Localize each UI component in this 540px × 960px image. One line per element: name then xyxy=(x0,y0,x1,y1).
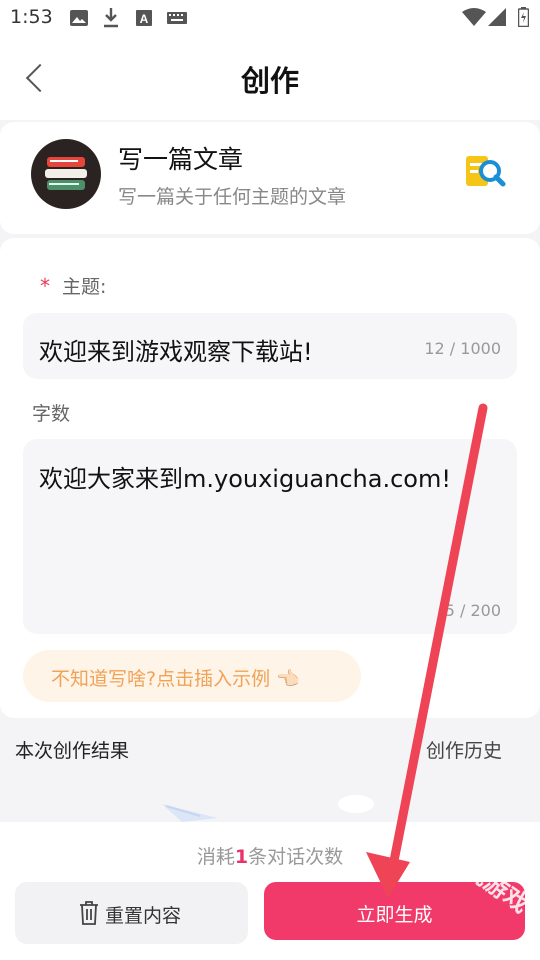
wifi-icon xyxy=(462,8,486,26)
reset-button-label: 重置内容 xyxy=(105,905,182,927)
cost-prefix: 消耗 xyxy=(196,846,235,868)
trash-icon xyxy=(80,901,98,925)
template-avatar xyxy=(31,139,101,209)
search-document-icon[interactable] xyxy=(466,154,506,190)
generate-button-label: 立即生成 xyxy=(356,904,433,926)
cloud-icon xyxy=(338,795,374,813)
keyboard-icon xyxy=(167,12,187,24)
page-title: 创作 xyxy=(240,64,299,98)
words-label: 字数 xyxy=(32,403,71,425)
insert-example-label: 不知道写啥?点击插入示例 👈🏻 xyxy=(51,668,300,690)
books-icon xyxy=(45,157,87,190)
font-icon: A xyxy=(136,10,152,26)
required-mark: * xyxy=(40,274,50,298)
reset-button[interactable]: 重置内容 xyxy=(15,882,248,944)
words-char-count: 5 / 200 xyxy=(444,601,501,620)
topic-input[interactable]: 欢迎来到游戏观察下载站! 12 / 1000 xyxy=(23,313,517,379)
paper-plane-icon xyxy=(162,804,218,822)
template-card[interactable]: 写一篇文章 写一篇关于任何主题的文章 xyxy=(0,122,540,234)
words-textarea-value: 欢迎大家来到m.youxiguancha.com! xyxy=(39,465,451,493)
template-subtitle: 写一篇关于任何主题的文章 xyxy=(118,186,347,208)
topic-label: 主题: xyxy=(62,276,107,298)
insert-example-button[interactable]: 不知道写啥?点击插入示例 👈🏻 xyxy=(23,650,361,702)
creation-history-link[interactable]: 创作历史 xyxy=(426,736,502,763)
status-time: 1:53 xyxy=(10,6,53,28)
top-app-bar: 创作 xyxy=(0,36,540,120)
words-textarea[interactable]: 欢迎大家来到m.youxiguancha.com! 5 / 200 xyxy=(23,439,517,634)
topic-char-count: 12 / 1000 xyxy=(424,339,501,358)
download-icon xyxy=(104,8,118,28)
template-title: 写一篇文章 xyxy=(118,145,244,174)
form-card: * 主题: 欢迎来到游戏观察下载站! 12 / 1000 字数 欢迎大家来到m.… xyxy=(0,238,540,718)
status-bar: 1:53 A xyxy=(0,0,540,36)
image-icon xyxy=(70,10,88,26)
signal-icon xyxy=(488,8,506,26)
result-section-title: 本次创作结果 xyxy=(15,740,130,762)
svg-text:A: A xyxy=(140,12,149,26)
topic-input-value: 欢迎来到游戏观察下载站! xyxy=(39,338,313,366)
cost-number: 1 xyxy=(234,846,249,868)
battery-icon xyxy=(518,7,529,27)
cost-suffix: 条对话次数 xyxy=(248,846,344,868)
